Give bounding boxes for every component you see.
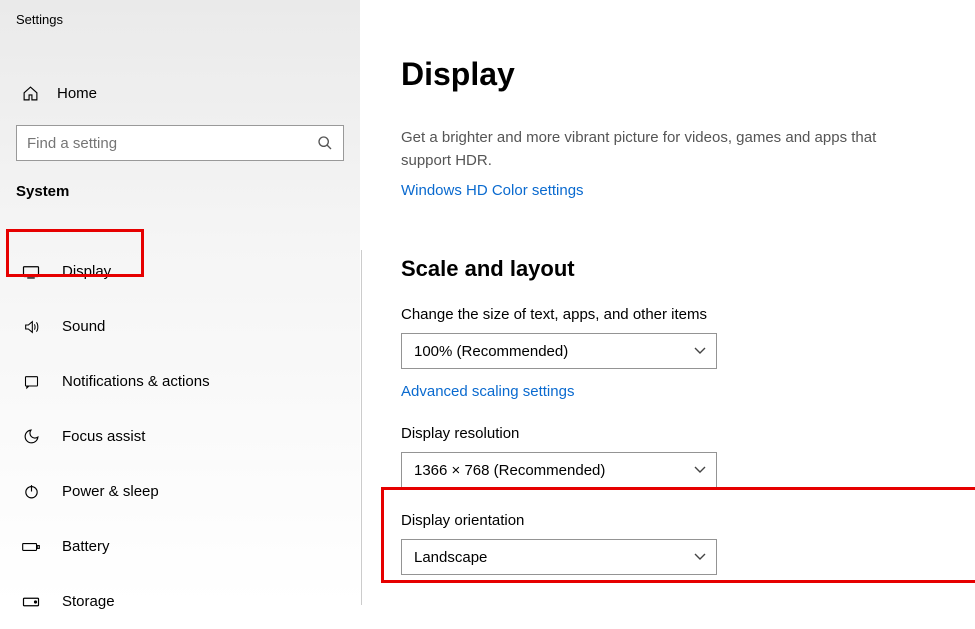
- focus-assist-icon: [22, 428, 40, 445]
- search-box[interactable]: [16, 125, 344, 161]
- orientation-select[interactable]: Landscape: [401, 539, 717, 575]
- sidebar-item-display[interactable]: Display: [0, 244, 360, 299]
- sidebar-item-label: Battery: [62, 538, 110, 555]
- sidebar-item-battery[interactable]: Battery: [0, 519, 360, 574]
- sidebar-item-storage[interactable]: Storage: [0, 574, 360, 629]
- home-label: Home: [57, 85, 97, 102]
- resolution-label: Display resolution: [401, 425, 975, 442]
- sidebar-item-label: Focus assist: [62, 428, 145, 445]
- sidebar-item-focus-assist[interactable]: Focus assist: [0, 409, 360, 464]
- scale-select[interactable]: 100% (Recommended): [401, 333, 717, 369]
- display-icon: [22, 265, 40, 279]
- battery-icon: [22, 541, 40, 553]
- advanced-scaling-link[interactable]: Advanced scaling settings: [401, 383, 574, 400]
- home-icon: [22, 85, 39, 102]
- sidebar-item-label: Sound: [62, 318, 105, 335]
- sidebar-item-label: Notifications & actions: [62, 373, 210, 390]
- sidebar-item-label: Power & sleep: [62, 483, 159, 500]
- search-input[interactable]: [27, 135, 317, 152]
- notifications-icon: [22, 374, 40, 390]
- window-title: Settings: [0, 8, 360, 27]
- scale-select-value: 100% (Recommended): [414, 343, 568, 360]
- orientation-select-value: Landscape: [414, 549, 487, 566]
- search-icon: [317, 135, 333, 151]
- sidebar-item-sound[interactable]: Sound: [0, 299, 360, 354]
- sidebar-item-notifications[interactable]: Notifications & actions: [0, 354, 360, 409]
- orientation-label: Display orientation: [401, 512, 975, 529]
- resolution-select[interactable]: 1366 × 768 (Recommended): [401, 452, 717, 488]
- hdr-description: Get a brighter and more vibrant picture …: [401, 127, 921, 172]
- storage-icon: [22, 596, 40, 608]
- resolution-select-value: 1366 × 768 (Recommended): [414, 462, 605, 479]
- scale-section-heading: Scale and layout: [401, 256, 975, 282]
- sidebar-section-label: System: [0, 161, 360, 210]
- chevron-down-icon: [694, 347, 706, 355]
- page-title: Display: [401, 56, 975, 93]
- chevron-down-icon: [694, 466, 706, 474]
- sidebar: Settings Home System Display Sound: [0, 0, 360, 605]
- sound-icon: [22, 319, 40, 335]
- scale-label: Change the size of text, apps, and other…: [401, 306, 975, 323]
- sidebar-item-power[interactable]: Power & sleep: [0, 464, 360, 519]
- main-panel: Display Get a brighter and more vibrant …: [360, 0, 975, 605]
- sidebar-item-label: Display: [62, 263, 111, 280]
- nav-list: Display Sound Notifications & actions Fo…: [0, 244, 360, 629]
- chevron-down-icon: [694, 553, 706, 561]
- hdr-color-link[interactable]: Windows HD Color settings: [401, 182, 584, 199]
- sidebar-item-label: Storage: [62, 593, 115, 610]
- home-nav[interactable]: Home: [0, 73, 360, 113]
- power-icon: [22, 483, 40, 500]
- divider: [361, 250, 362, 605]
